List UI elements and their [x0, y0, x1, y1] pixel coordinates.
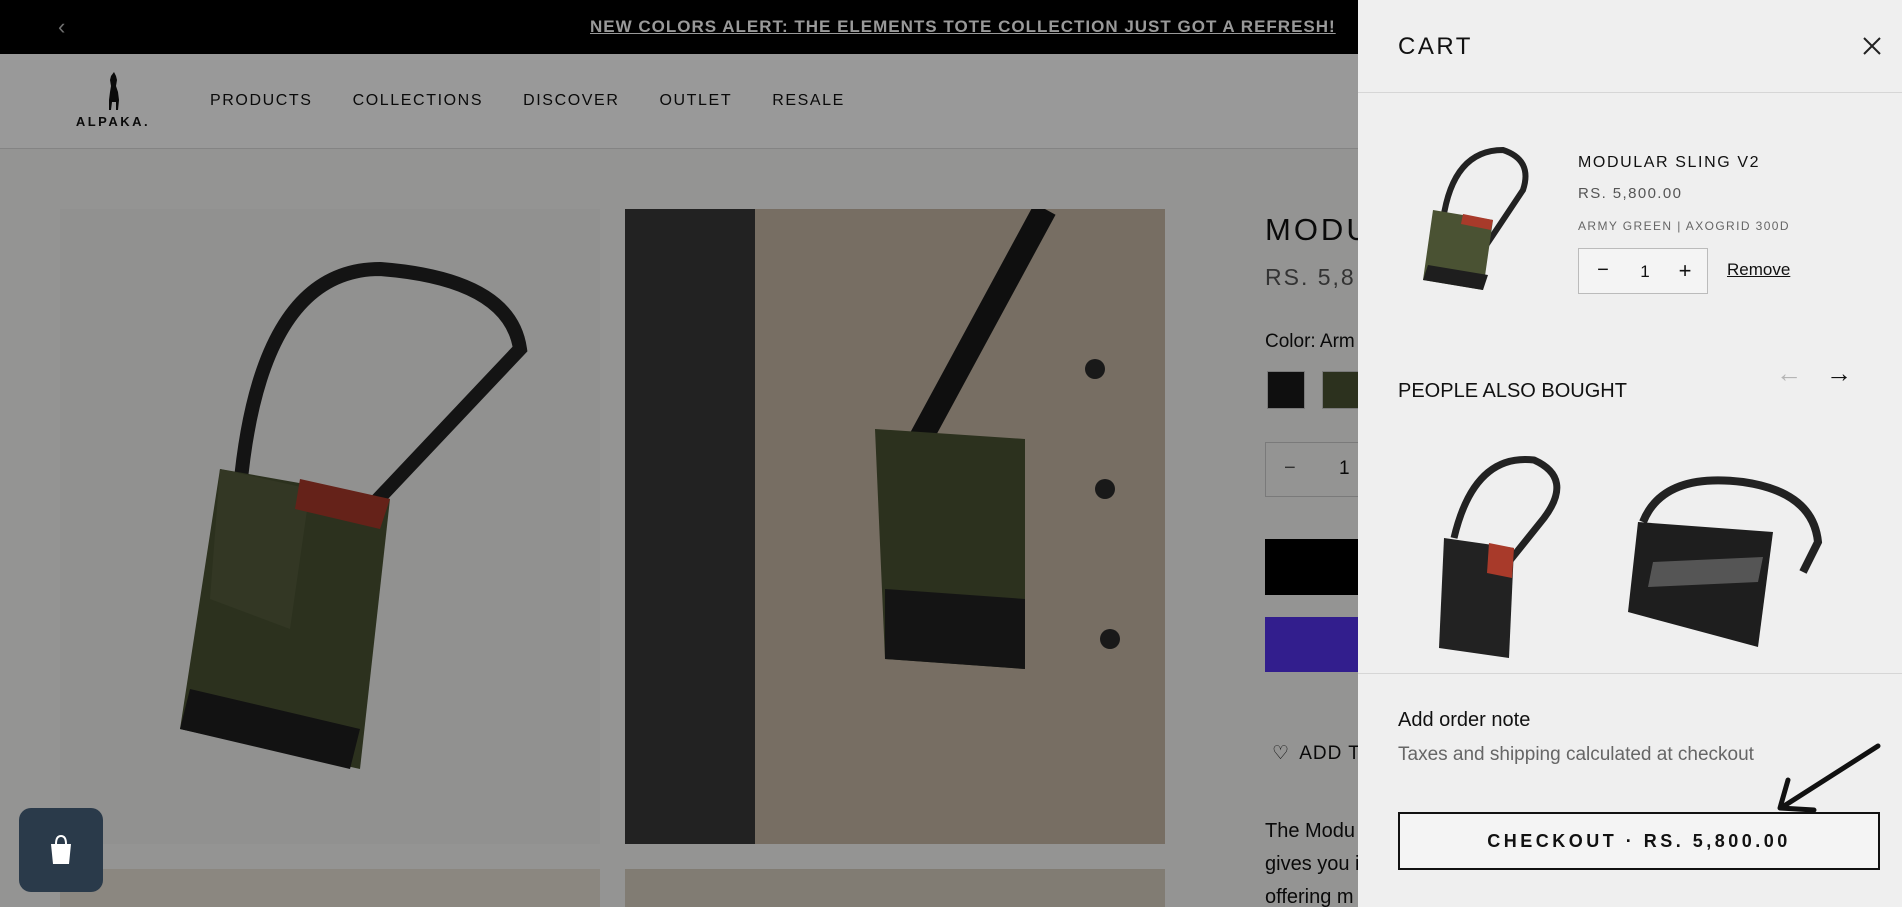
checkout-label: CHECKOUT · RS. 5,800.00: [1487, 831, 1791, 851]
cart-header: CART: [1358, 0, 1902, 93]
cart-quantity-value[interactable]: 1: [1635, 262, 1655, 282]
black-sling-bag-image: [1439, 455, 1561, 658]
order-note-link[interactable]: Add order note: [1398, 709, 1530, 732]
checkout-button[interactable]: CHECKOUT · RS. 5,800.00: [1398, 812, 1880, 870]
arrow-right-icon[interactable]: →: [1826, 358, 1860, 389]
recommendations-title: PEOPLE ALSO BOUGHT: [1398, 380, 1627, 402]
black-waist-bag-image: [1628, 476, 1823, 647]
taxes-note: Taxes and shipping calculated at checkou…: [1398, 744, 1754, 765]
recommended-product-1[interactable]: [1414, 448, 1564, 668]
shop-app-button[interactable]: [19, 808, 103, 892]
cart-quantity-stepper: − 1 +: [1578, 248, 1708, 294]
drawer-divider: [1358, 673, 1902, 674]
sling-bag-thumbnail: [1423, 146, 1529, 290]
cart-title: CART: [1398, 33, 1473, 60]
page-dim-overlay[interactable]: [0, 0, 1358, 907]
cart-item-variant: ARMY GREEN | AXOGRID 300D: [1578, 219, 1790, 233]
cart-item-image[interactable]: [1403, 140, 1533, 300]
annotation-arrow-icon: [1777, 743, 1881, 813]
close-icon[interactable]: [1858, 32, 1886, 60]
remove-item-link[interactable]: Remove: [1727, 260, 1790, 280]
arrow-left-icon[interactable]: ←: [1776, 358, 1810, 389]
cart-item-name[interactable]: MODULAR SLING V2: [1578, 154, 1760, 172]
cart-item-price: RS. 5,800.00: [1578, 185, 1683, 202]
plus-icon[interactable]: +: [1675, 258, 1695, 284]
minus-icon[interactable]: −: [1593, 259, 1613, 282]
recommended-product-2[interactable]: [1623, 462, 1823, 652]
shopping-bag-icon: [51, 834, 71, 864]
